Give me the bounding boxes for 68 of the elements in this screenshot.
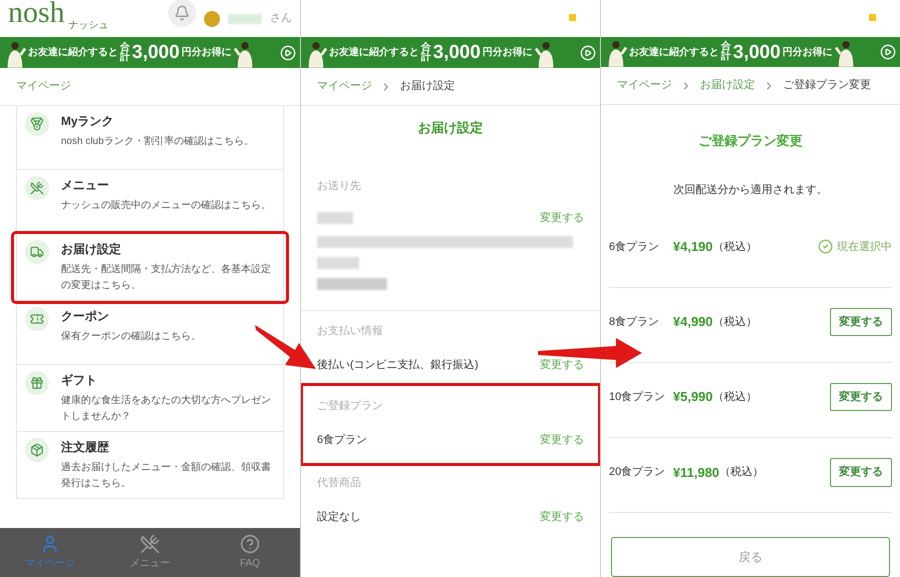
menu-item-title: メニュー <box>61 177 110 194</box>
user-suffix: さん <box>270 11 292 26</box>
nav-tab[interactable]: メニュー <box>100 528 200 577</box>
change-link[interactable]: 変更する <box>540 210 584 226</box>
page-title: お届け設定 <box>417 119 484 137</box>
section-label: お送り先 <box>317 178 362 194</box>
section-label: お支払い情報 <box>317 324 384 338</box>
note-text: 次回配送分から適用されます。 <box>672 182 828 198</box>
plan-name: 10食プラン <box>609 390 666 405</box>
breadcrumb-link[interactable]: お届け設定 <box>700 77 755 94</box>
tax-note: （税込） <box>719 465 764 480</box>
banner-amount: 3,000 <box>433 43 481 62</box>
banner-amount: 3,000 <box>733 42 781 62</box>
menu-item-title: ギフト <box>61 372 98 389</box>
banner-total-label: 合計 <box>721 42 731 62</box>
change-button[interactable]: 変更する <box>830 308 892 336</box>
change-link[interactable]: 変更する <box>540 432 584 448</box>
menu-item-title: 注文履歴 <box>61 439 110 456</box>
tax-note: （税込） <box>712 390 757 405</box>
change-link[interactable]: 変更する <box>540 509 584 526</box>
plan-price: ¥4,190 <box>673 238 713 256</box>
plan-name: 20食プラン <box>609 464 666 480</box>
logo[interactable]: nosh <box>8 0 65 28</box>
menu-item-title: お届け設定 <box>61 241 122 258</box>
logo-subtitle: ナッシュ <box>68 19 109 33</box>
tax-note: （税込） <box>712 314 757 330</box>
menu-item-description: 健康的な食生活をあなたの大切な方へプレゼントしませんか？ <box>61 394 272 424</box>
menu-item[interactable]: 注文履歴 過去お届けしたメニュー・金額の確認、領収書発行はこちら。 <box>17 432 283 499</box>
banner-text: お友達に紹介すると <box>329 46 419 60</box>
banner-text: 円分お得に <box>782 46 833 60</box>
tax-note: （税込） <box>712 240 757 255</box>
banner-total-label: 合計 <box>421 42 431 62</box>
banner-text: 円分お得に <box>182 46 232 60</box>
plan-name: 8食プラン <box>609 314 660 330</box>
menu-item-description: 過去お届けしたメニュー・金額の確認、領収書発行はこちら。 <box>61 460 272 491</box>
plan-price: ¥11,980 <box>673 464 720 482</box>
banner-text: お友達に紹介すると <box>28 46 118 60</box>
menu-item-description: 保有クーポンの確認はこちら。 <box>61 330 201 344</box>
menu-item[interactable]: ギフト 健康的な食生活をあなたの大切な方へプレゼントしませんか？ <box>17 365 283 432</box>
plan-price: ¥4,990 <box>673 313 713 332</box>
banner-amount: 3,000 <box>132 43 180 62</box>
section-label: 代替商品 <box>317 476 362 490</box>
setting-value: 設定なし <box>317 510 361 525</box>
menu-item-description: nosh clubランク・割引率の確認はこちら。 <box>61 134 254 149</box>
section-label: ご登録プラン <box>317 398 384 414</box>
breadcrumb-link[interactable]: マイページ <box>317 78 372 95</box>
banner-text: 円分お得に <box>482 46 533 60</box>
setting-value: 後払い(コンビニ支払、銀行振込) <box>317 358 478 373</box>
menu-item[interactable]: お届け設定 配送先・配送間隔・支払方法など、各基本設定の変更はこちら。 <box>14 234 286 301</box>
menu-item-title: Myランク <box>61 113 115 130</box>
plan-name: 6食プラン <box>609 240 660 255</box>
banner-text: お友達に紹介すると <box>629 46 719 60</box>
plan-price: ¥5,990 <box>673 388 713 406</box>
breadcrumb-link[interactable]: マイページ <box>617 77 672 94</box>
menu-item[interactable]: Myランク nosh clubランク・割引率の確認はこちら。 <box>17 106 283 170</box>
current-status: 現在選択中 <box>837 240 892 255</box>
menu-item[interactable]: メニュー ナッシュの販売中のメニューの確認はこちら。 <box>17 170 283 234</box>
menu-item-description: ナッシュの販売中のメニューの確認はこちら。 <box>61 198 271 213</box>
change-button[interactable]: 変更する <box>830 382 892 412</box>
nav-tab[interactable]: FAQ <box>200 528 300 577</box>
page-title: ご登録プラン変更 <box>698 132 804 150</box>
back-button[interactable]: 戻る <box>611 537 890 577</box>
setting-value: 6食プラン <box>317 432 368 448</box>
banner-total-label: 合計 <box>120 42 130 62</box>
change-link[interactable]: 変更する <box>540 357 584 374</box>
menu-item-title: クーポン <box>61 308 110 325</box>
change-button[interactable]: 変更する <box>830 458 892 487</box>
menu-item-description: 配送先・配送間隔・支払方法など、各基本設定の変更はこちら。 <box>61 262 272 293</box>
